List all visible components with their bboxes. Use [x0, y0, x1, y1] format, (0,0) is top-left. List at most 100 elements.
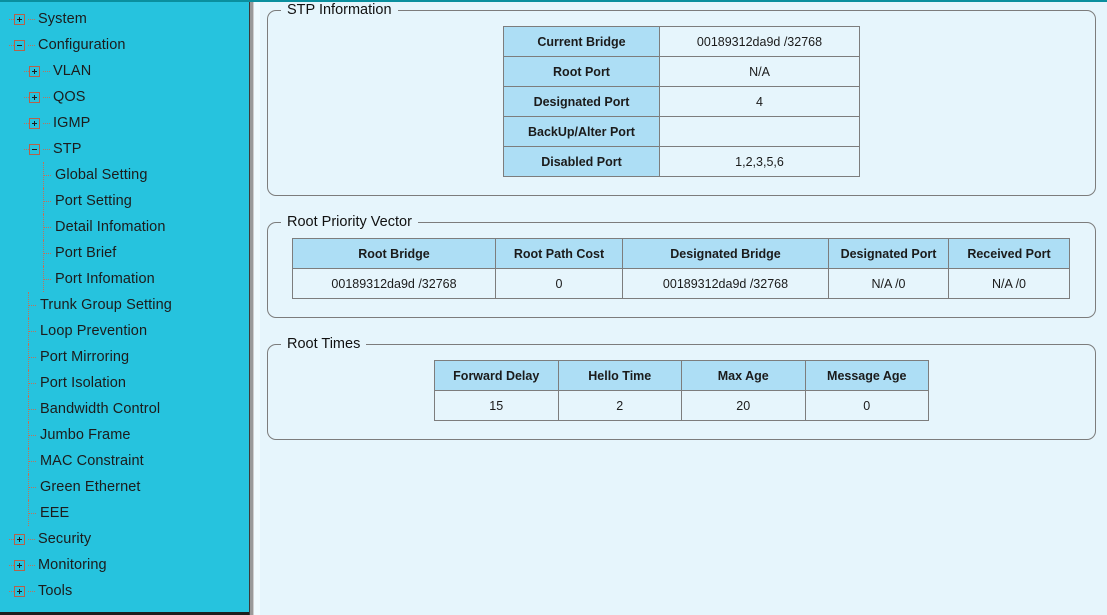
- sidebar-item-port-brief[interactable]: Port Brief: [0, 240, 249, 266]
- panel-stp-information: STP Information Current Bridge 00189312da…: [267, 2, 1096, 196]
- sidebar-item-mac-constraint[interactable]: MAC Constraint: [0, 448, 249, 474]
- sidebar-item-loop-prevention[interactable]: Loop Prevention: [0, 318, 249, 344]
- root-priority-vector-cell: 00189312da9d /32768: [292, 268, 496, 299]
- sidebar-item-label: Bandwidth Control: [40, 401, 161, 417]
- tree-connector-stub: [28, 538, 35, 540]
- root-times-cell: 20: [681, 390, 806, 421]
- sidebar-item-port-setting[interactable]: Port Setting: [0, 188, 249, 214]
- sidebar-gutter: [254, 0, 260, 615]
- table-row: Disabled Port 1,2,3,5,6: [503, 146, 860, 177]
- tree-connector-stub: [28, 44, 35, 46]
- sidebar-item-vlan[interactable]: VLAN: [0, 58, 249, 84]
- stp-info-row-value: 4: [659, 86, 860, 117]
- stp-info-row-label: Disabled Port: [503, 146, 660, 177]
- sidebar-item-trunk-group-setting[interactable]: Trunk Group Setting: [0, 292, 249, 318]
- tree-leaf-connector-icon: [24, 474, 40, 500]
- root-times-table: Forward Delay Hello Time Max Age Message Ag…: [434, 360, 929, 421]
- sidebar-item-qos[interactable]: QOS: [0, 84, 249, 110]
- top-accent-rule: [0, 0, 1107, 2]
- tree-leaf-connector-icon: [39, 266, 55, 292]
- tree-connector-stub: [43, 96, 50, 98]
- sidebar-item-green-ethernet[interactable]: Green Ethernet: [0, 474, 249, 500]
- sidebar-item-bandwidth-control[interactable]: Bandwidth Control: [0, 396, 249, 422]
- sidebar-item-label: Security: [38, 531, 92, 547]
- tree-leaf-connector-icon: [39, 188, 55, 214]
- root-times-header-cell: Max Age: [681, 360, 806, 391]
- expand-plus-icon[interactable]: [29, 91, 40, 103]
- collapse-minus-icon[interactable]: [29, 143, 40, 155]
- root-priority-vector-cell: N/A /0: [828, 268, 949, 299]
- sidebar-item-configuration[interactable]: Configuration: [0, 32, 249, 58]
- table-header-row: Root Bridge Root Path Cost Designated Brid…: [292, 238, 1070, 269]
- root-times-header-cell: Hello Time: [557, 360, 682, 391]
- tree-leaf-connector-icon: [24, 318, 40, 344]
- sidebar-item-jumbo-frame[interactable]: Jumbo Frame: [0, 422, 249, 448]
- table-row: Current Bridge 00189312da9d /32768: [503, 26, 860, 57]
- sidebar-item-label: Tools: [38, 583, 73, 599]
- stp-information-table-body: Current Bridge 00189312da9d /32768 Root Po…: [503, 26, 860, 177]
- sidebar-navigation-tree: System Configuration VLAN QOS IGMP STP Global …: [0, 0, 249, 615]
- sidebar-item-security[interactable]: Security: [0, 526, 249, 552]
- expand-plus-icon[interactable]: [14, 533, 25, 545]
- root-priority-vector-header-cell: Designated Port: [828, 238, 949, 269]
- stp-info-row-label: Root Port: [503, 56, 660, 87]
- tree-leaf-connector-icon: [24, 292, 40, 318]
- expand-plus-icon[interactable]: [14, 585, 25, 597]
- tree-leaf-connector-icon: [24, 344, 40, 370]
- sidebar-item-port-infomation[interactable]: Port Infomation: [0, 266, 249, 292]
- table-row: 00189312da9d /32768 0 00189312da9d /32768 N…: [292, 268, 1070, 299]
- root-priority-vector-table: Root Bridge Root Path Cost Designated Brid…: [292, 238, 1070, 299]
- sidebar-item-tools[interactable]: Tools: [0, 578, 249, 604]
- stp-information-table: Current Bridge 00189312da9d /32768 Root Po…: [503, 26, 860, 177]
- table-row: Root Port N/A: [503, 56, 860, 87]
- sidebar-item-igmp[interactable]: IGMP: [0, 110, 249, 136]
- sidebar-item-label: Green Ethernet: [40, 479, 141, 495]
- sidebar-item-label: QOS: [53, 89, 86, 105]
- stp-info-row-value: 00189312da9d /32768: [659, 26, 860, 57]
- stp-info-row-label: Designated Port: [503, 86, 660, 117]
- sidebar-item-stp[interactable]: STP: [0, 136, 249, 162]
- sidebar-item-label: Detail Infomation: [55, 219, 166, 235]
- sidebar-item-eee[interactable]: EEE: [0, 500, 249, 526]
- panel-root-priority-vector-body: Root Bridge Root Path Cost Designated Brid…: [268, 230, 1095, 317]
- tree-leaf-connector-icon: [24, 422, 40, 448]
- expand-plus-icon[interactable]: [29, 65, 40, 77]
- sidebar-item-label: VLAN: [53, 63, 92, 79]
- sidebar-item-label: Loop Prevention: [40, 323, 148, 339]
- root-times-cell: 0: [804, 390, 929, 421]
- panel-root-times-legend: Root Times: [287, 336, 361, 352]
- stp-info-row-value: 1,2,3,5,6: [659, 146, 860, 177]
- collapse-minus-icon[interactable]: [14, 39, 25, 51]
- panel-stp-information-body: Current Bridge 00189312da9d /32768 Root Po…: [268, 18, 1095, 195]
- sidebar-item-global-setting[interactable]: Global Setting: [0, 162, 249, 188]
- table-row: 15 2 20 0: [434, 390, 929, 421]
- root-times-header-cell: Message Age: [804, 360, 929, 391]
- table-row: Designated Port 4: [503, 86, 860, 117]
- sidebar-item-label: Global Setting: [55, 167, 148, 183]
- sidebar-item-label: IGMP: [53, 115, 91, 131]
- main-content-area: STP Information Current Bridge 00189312da…: [260, 2, 1107, 615]
- sidebar-item-label: Port Setting: [55, 193, 132, 209]
- sidebar-item-label: Port Isolation: [40, 375, 127, 391]
- root-priority-vector-table-head: Root Bridge Root Path Cost Designated Brid…: [292, 238, 1070, 269]
- sidebar-item-monitoring[interactable]: Monitoring: [0, 552, 249, 578]
- tree-leaf-connector-icon: [24, 500, 40, 526]
- tree-leaf-connector-icon: [24, 448, 40, 474]
- table-row: BackUp/Alter Port: [503, 116, 860, 147]
- tree-leaf-connector-icon: [24, 370, 40, 396]
- expand-plus-icon[interactable]: [29, 117, 40, 129]
- root-times-cell: 15: [434, 390, 559, 421]
- sidebar-item-system[interactable]: System: [0, 6, 249, 32]
- root-priority-vector-header-cell: Received Port: [948, 238, 1070, 269]
- table-header-row: Forward Delay Hello Time Max Age Message Ag…: [434, 360, 929, 391]
- sidebar-item-detail-infomation[interactable]: Detail Infomation: [0, 214, 249, 240]
- root-priority-vector-cell: 00189312da9d /32768: [622, 268, 829, 299]
- sidebar-divider[interactable]: [249, 0, 254, 615]
- sidebar-item-port-mirroring[interactable]: Port Mirroring: [0, 344, 249, 370]
- sidebar-item-port-isolation[interactable]: Port Isolation: [0, 370, 249, 396]
- sidebar-item-label: Port Infomation: [55, 271, 155, 287]
- tree-connector-stub: [43, 122, 50, 124]
- root-priority-vector-header-cell: Root Bridge: [292, 238, 496, 269]
- expand-plus-icon[interactable]: [14, 559, 25, 571]
- expand-plus-icon[interactable]: [14, 13, 25, 25]
